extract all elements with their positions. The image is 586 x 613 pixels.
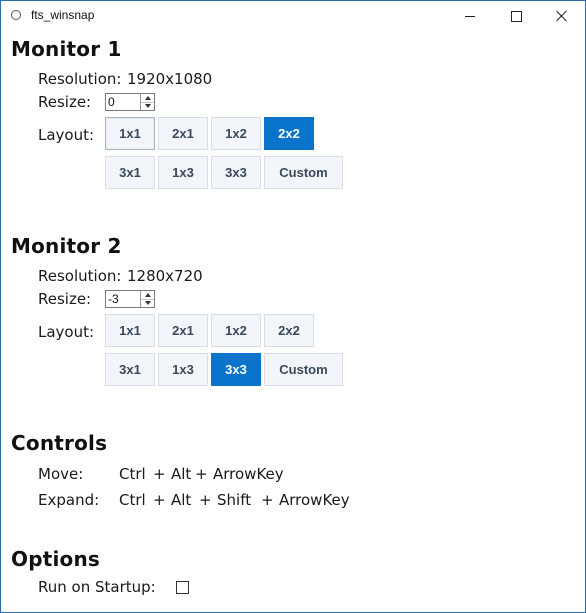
monitor1-resolution-label: Resolution: — [38, 70, 122, 88]
expand-key-alt: Alt — [171, 491, 192, 509]
monitor2-layout-2x2-button[interactable]: 2x2 — [264, 314, 314, 347]
window-title: fts_winsnap — [31, 8, 95, 22]
expand-key-plus: + — [261, 491, 274, 509]
run-on-startup-label: Run on Startup: — [38, 578, 156, 596]
move-key-plus: + — [153, 465, 166, 483]
monitor2-layout-1x2-button[interactable]: 1x2 — [211, 314, 261, 347]
monitor1-layout-1x1-button[interactable]: 1x1 — [105, 117, 155, 150]
monitor1-layout-custom-button[interactable]: Custom — [264, 156, 343, 189]
expand-key-plus: + — [199, 491, 212, 509]
monitor2-layout-2x1-button[interactable]: 2x1 — [158, 314, 208, 347]
monitor1-layout-1x3-button[interactable]: 1x3 — [158, 156, 208, 189]
move-label: Move: — [38, 465, 84, 483]
move-key-plus: + — [195, 465, 208, 483]
expand-key-ctrl: Ctrl — [119, 491, 146, 509]
minimize-button[interactable] — [447, 1, 493, 31]
expand-key-shift: Shift — [217, 491, 252, 509]
monitor2-resize-spinner[interactable]: -3 — [105, 290, 155, 308]
monitor1-resize-label: Resize: — [38, 93, 92, 111]
monitor1-layout-2x1-button[interactable]: 2x1 — [158, 117, 208, 150]
monitor1-layout-3x3-button[interactable]: 3x3 — [211, 156, 261, 189]
spinner-arrows — [140, 291, 154, 307]
monitor1-resize-spinner[interactable]: 0 — [105, 93, 155, 111]
minimize-icon — [465, 15, 475, 17]
run-on-startup-checkbox[interactable] — [176, 581, 189, 594]
maximize-button[interactable] — [493, 1, 539, 31]
move-key-alt: Alt — [171, 465, 192, 483]
monitor2-layout-1x1-button[interactable]: 1x1 — [105, 314, 155, 347]
expand-key-arrowkey: ArrowKey — [279, 491, 350, 509]
monitor2-resize-value[interactable]: -3 — [108, 292, 119, 306]
monitor1-layout-2x2-button[interactable]: 2x2 — [264, 117, 314, 150]
monitor1-layout-3x1-button[interactable]: 3x1 — [105, 156, 155, 189]
move-key-ctrl: Ctrl — [119, 465, 146, 483]
monitor1-resolution-value: 1920x1080 — [127, 70, 213, 88]
move-key-arrowkey: ArrowKey — [213, 465, 284, 483]
monitor1-layout-label: Layout: — [38, 126, 95, 144]
monitor2-layout-3x1-button[interactable]: 3x1 — [105, 353, 155, 386]
title-bar[interactable]: fts_winsnap — [1, 1, 585, 31]
monitor2-layout-3x3-button[interactable]: 3x3 — [211, 353, 261, 386]
monitor2-title: Monitor 2 — [11, 234, 122, 258]
monitor2-resize-label: Resize: — [38, 290, 92, 308]
maximize-icon — [510, 10, 522, 22]
expand-label: Expand: — [38, 491, 100, 509]
monitor2-resolution-value: 1280x720 — [127, 267, 203, 285]
monitor1-title: Monitor 1 — [11, 37, 122, 61]
spinner-down-icon[interactable] — [141, 102, 154, 110]
close-button[interactable] — [539, 1, 585, 31]
monitor1-layout-1x2-button[interactable]: 1x2 — [211, 117, 261, 150]
monitor2-resolution-label: Resolution: — [38, 267, 122, 285]
spinner-arrows — [140, 94, 154, 110]
close-icon — [556, 10, 568, 22]
monitor1-resize-value[interactable]: 0 — [108, 95, 115, 109]
options-title: Options — [11, 547, 101, 571]
spinner-down-icon[interactable] — [141, 299, 154, 307]
monitor2-layout-1x3-button[interactable]: 1x3 — [158, 353, 208, 386]
expand-key-plus: + — [153, 491, 166, 509]
app-window: fts_winsnap Monitor 1 Resolution: 1920x1… — [0, 0, 586, 613]
monitor2-layout-custom-button[interactable]: Custom — [264, 353, 343, 386]
controls-title: Controls — [11, 431, 108, 455]
app-circle-icon — [11, 10, 21, 20]
monitor2-layout-label: Layout: — [38, 323, 95, 341]
